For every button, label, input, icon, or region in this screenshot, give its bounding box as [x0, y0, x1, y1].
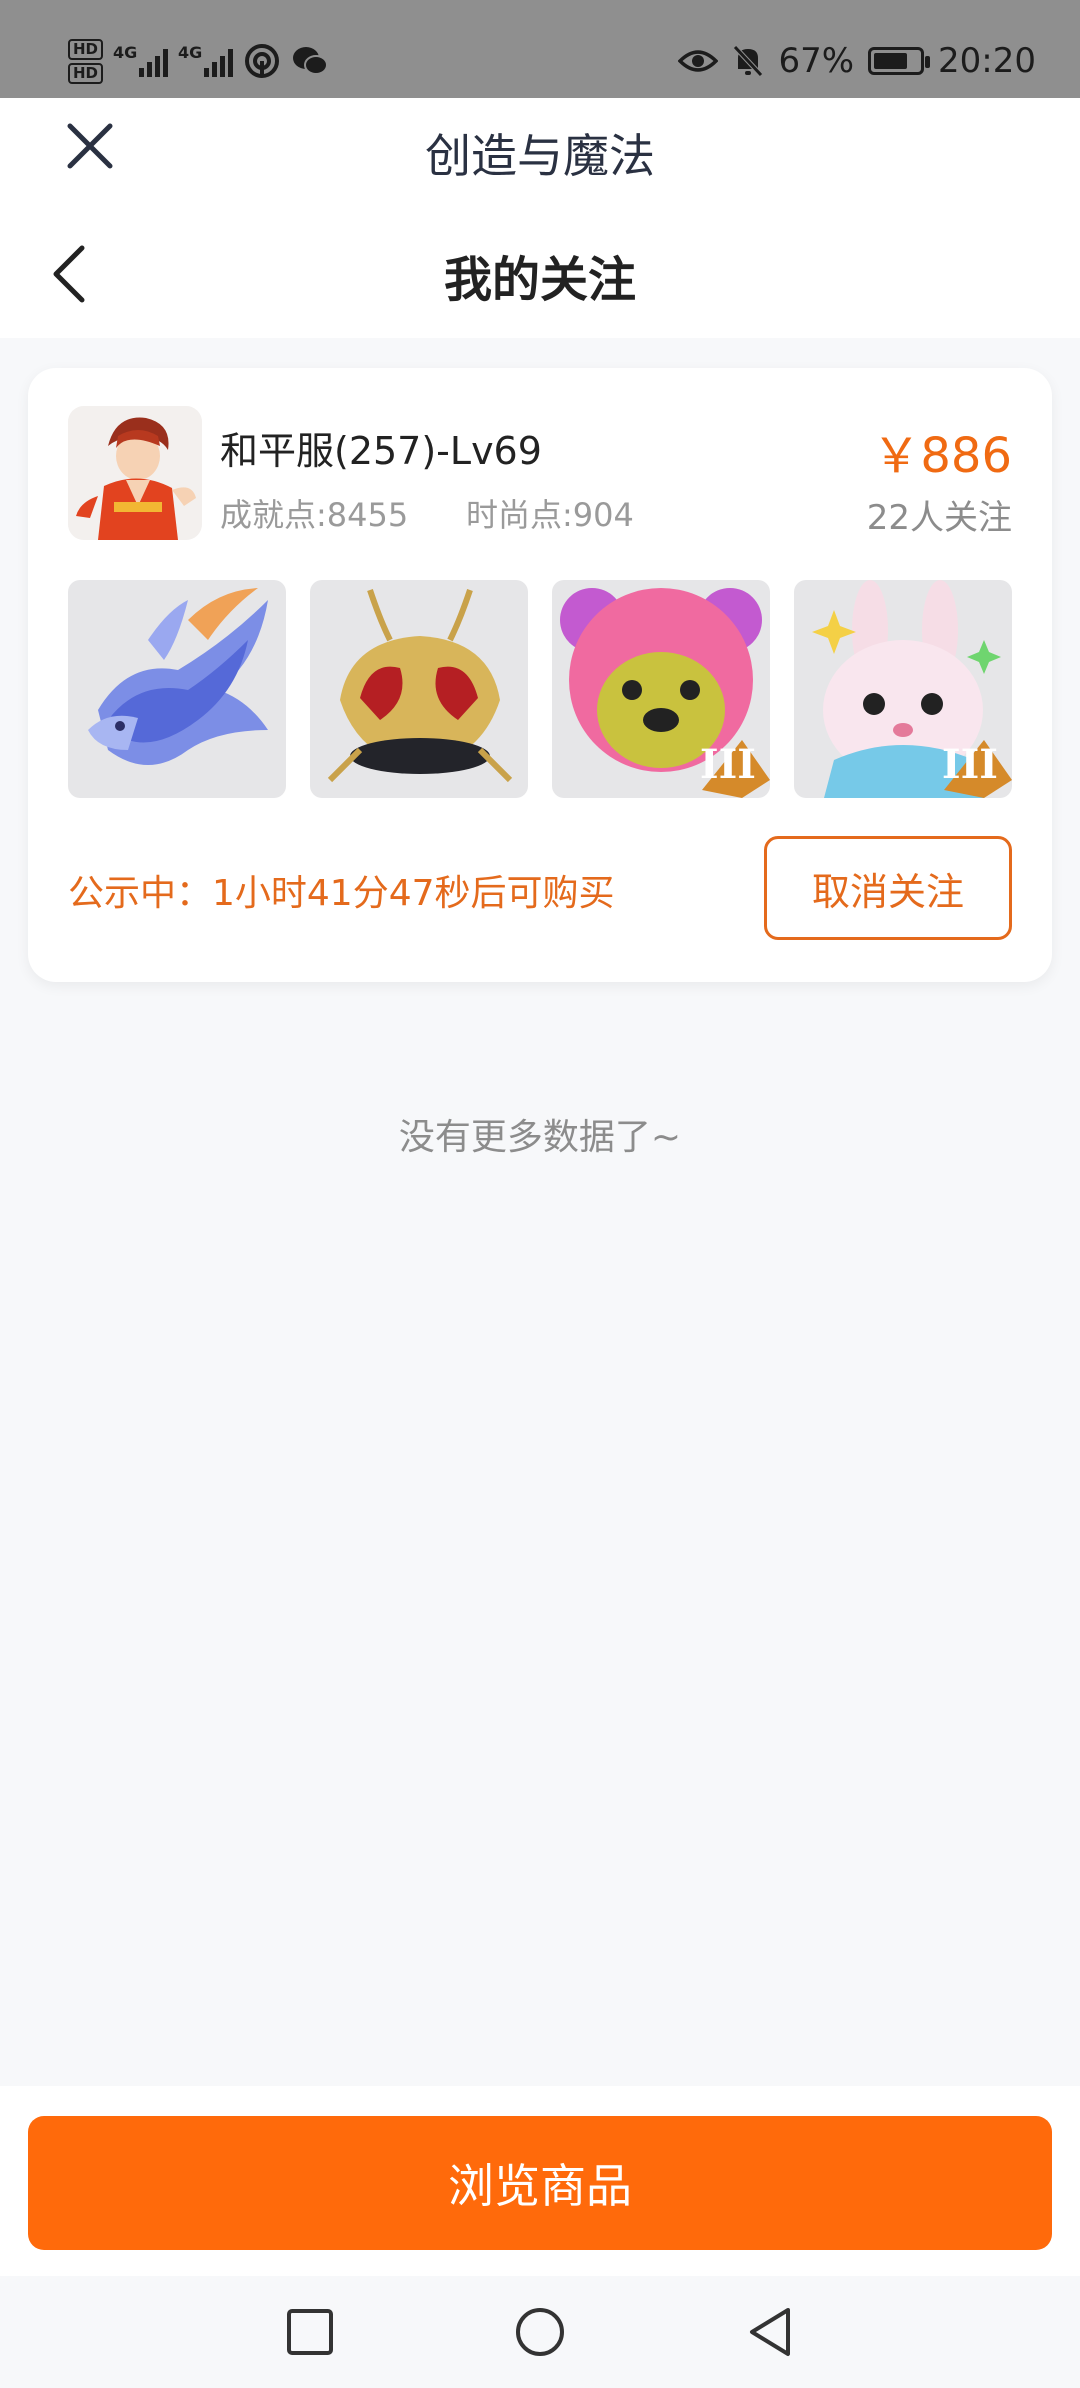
- follower-count: 22人关注: [866, 498, 1012, 538]
- square-icon: [287, 2309, 333, 2355]
- status-right: 67% 20:20: [678, 36, 1036, 86]
- server-name: 和平服(257)-Lv69: [220, 429, 542, 473]
- tier-badge: III: [699, 741, 756, 788]
- hd-icons: HD HD: [68, 38, 104, 84]
- status-left: HD HD 4G 4G: [68, 36, 329, 86]
- triangle-back-icon: [750, 2308, 790, 2356]
- no-more-data-text: 没有更多数据了~: [398, 1117, 682, 1158]
- circle-icon: [516, 2308, 564, 2356]
- home-button[interactable]: [500, 2276, 580, 2388]
- wechat-icon: [293, 47, 329, 75]
- avatar: [68, 406, 202, 540]
- network-type-label: 4G: [178, 43, 203, 62]
- item-thumbnail-dragon[interactable]: [68, 580, 286, 798]
- signal-icon: 4G: [113, 43, 169, 77]
- unfollow-button[interactable]: 取消关注: [764, 836, 1012, 940]
- fashion-points: 时尚点:904: [466, 496, 634, 534]
- hd-icon: HD: [68, 62, 104, 84]
- app-title: 创造与魔法: [425, 129, 655, 183]
- price: ￥886: [872, 428, 1012, 484]
- hotspot-icon: [245, 44, 280, 78]
- item-thumbnail-rabbit[interactable]: III: [794, 580, 1012, 798]
- app-header: 创造与魔法 我的关注: [0, 98, 1080, 338]
- recents-button[interactable]: [270, 2276, 350, 2388]
- item-thumbnail-helmet[interactable]: [310, 580, 528, 798]
- battery-percent: 67%: [778, 41, 855, 81]
- listing-card[interactable]: 和平服(257)-Lv69 成就点:8455 时尚点:904 ￥886 22人关…: [28, 368, 1052, 982]
- achievement-points: 成就点:8455: [220, 496, 409, 534]
- bottom-action-area: 浏览商品: [0, 2086, 1080, 2276]
- signal-icon: 4G: [178, 43, 234, 77]
- page-title: 我的关注: [443, 252, 636, 308]
- golden-helmet-image: [310, 580, 528, 798]
- network-type-label: 4G: [113, 43, 138, 62]
- hd-icon: HD: [68, 38, 104, 60]
- eye-icon: [678, 50, 719, 72]
- browse-products-button[interactable]: 浏览商品: [28, 2116, 1052, 2250]
- mute-bell-icon: [733, 45, 764, 77]
- back-nav-button[interactable]: [730, 2276, 810, 2388]
- tier-badge: III: [941, 741, 998, 788]
- status-bar: HD HD 4G 4G 67% 20:20: [0, 0, 1080, 98]
- clock: 20:20: [938, 41, 1036, 81]
- system-nav-bar: [0, 2276, 1080, 2388]
- publicity-notice: 公示中：1小时41分47秒后可购买: [68, 873, 615, 914]
- dragon-image: [68, 580, 286, 798]
- item-thumbnails: III III: [68, 580, 1012, 798]
- item-thumbnail-bear[interactable]: III: [552, 580, 770, 798]
- battery-icon: [868, 47, 931, 75]
